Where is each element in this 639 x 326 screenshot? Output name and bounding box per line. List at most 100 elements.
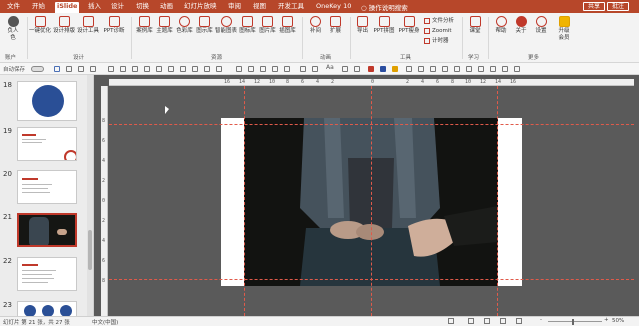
shape-icon[interactable] [132,66,138,72]
shape-icon[interactable] [342,66,348,72]
slide-sorter-icon[interactable] [484,318,490,324]
shape-icon[interactable] [216,66,222,72]
shape-icon[interactable] [168,66,174,72]
illustration-library-button[interactable]: 插图库 [278,16,297,35]
shape-icon[interactable] [204,66,210,72]
save-icon[interactable] [54,66,60,72]
tab-islide[interactable]: iSlide [55,2,80,13]
classroom-button[interactable]: 课堂 [466,16,484,35]
shape-icon[interactable] [514,66,520,72]
help-button[interactable]: 帮助 [492,16,510,35]
align-icon[interactable] [260,66,266,72]
account-button[interactable]: 负人色 [3,16,23,42]
shape-icon[interactable] [478,66,484,72]
slide-thumbnail[interactable] [17,257,77,291]
fill-color-icon[interactable] [380,66,386,72]
guide-line[interactable] [371,86,372,316]
align-icon[interactable] [236,66,242,72]
tab-review[interactable]: 审阅 [226,2,243,13]
tab-onekey[interactable]: OneKey 10 [314,2,353,13]
shape-icon[interactable] [442,66,448,72]
share-button[interactable]: 共享 [583,2,605,11]
tab-design[interactable]: 设计 [109,2,126,13]
font-size-icon[interactable]: Aa [326,64,334,71]
tab-transitions[interactable]: 切换 [134,2,151,13]
tween-button[interactable]: 补间 [307,16,324,35]
shape-icon[interactable] [180,66,186,72]
smart-chart-button[interactable]: 智能图表 [215,16,237,35]
tab-file[interactable]: 文件 [5,2,22,13]
file-analysis-button[interactable]: 文件分析 [424,17,454,25]
zoom-level[interactable]: 50% [612,318,624,324]
tab-developer[interactable]: 开发工具 [276,2,306,13]
shape-icon[interactable] [192,66,198,72]
ppt-diagnose-button[interactable]: PPT诊断 [101,16,127,35]
zoomit-button[interactable]: Zoomit [424,27,452,35]
ppt-slim-button[interactable]: PPT瘦身 [397,16,421,35]
shape-icon[interactable] [406,66,412,72]
color-library-button[interactable]: 色彩库 [175,16,194,35]
shape-icon[interactable] [502,66,508,72]
redo-icon[interactable] [78,66,84,72]
extend-button[interactable]: 扩展 [327,16,344,35]
align-icon[interactable] [272,66,278,72]
shape-icon[interactable] [454,66,460,72]
icon-library-button[interactable]: 图标库 [238,16,257,35]
one-click-optimize-button[interactable]: 一键优化 [29,16,51,35]
notes-icon[interactable] [448,318,454,324]
ppt-collage-button[interactable]: PPT拼图 [372,16,396,35]
normal-view-icon[interactable] [468,318,474,324]
design-layout-button[interactable]: 设计排版 [53,16,75,35]
slide-thumbnail[interactable] [17,127,77,161]
slide-thumbnail[interactable] [17,81,77,121]
design-tools-button[interactable]: 设计工具 [77,16,99,35]
language-status[interactable]: 中文(中国) [92,318,118,326]
distribute-icon[interactable] [312,66,318,72]
slideshow-view-icon[interactable] [516,318,522,324]
undo-icon[interactable] [66,66,72,72]
fill-color-icon[interactable] [368,66,374,72]
shape-icon[interactable] [490,66,496,72]
shape-icon[interactable] [430,66,436,72]
about-button[interactable]: 关于 [512,16,530,35]
zoom-slider[interactable] [548,321,602,322]
slide-thumbnail[interactable] [17,170,77,204]
timer-button[interactable]: 计时器 [424,37,449,45]
guide-line[interactable] [497,86,498,316]
diagram-library-button[interactable]: 图示库 [195,16,214,35]
shape-icon[interactable] [354,66,360,72]
zoom-slider-knob[interactable] [572,319,574,325]
tab-view[interactable]: 视图 [251,2,268,13]
comment-button[interactable]: 批注 [607,2,629,11]
align-icon[interactable] [248,66,254,72]
tell-me-search[interactable]: ○ 操作说明搜索 [361,2,408,12]
theme-library-button[interactable]: 主题库 [155,16,174,35]
thumbnail-scrollbar[interactable] [87,75,93,316]
shape-icon[interactable] [156,66,162,72]
autosave-toggle[interactable] [31,66,44,72]
shape-icon[interactable] [120,66,126,72]
picture-library-button[interactable]: 图片库 [258,16,277,35]
zoom-in-icon[interactable]: + [604,317,609,323]
shape-icon[interactable] [466,66,472,72]
tab-home[interactable]: 开始 [30,2,47,13]
reading-view-icon[interactable] [500,318,506,324]
zoom-out-icon[interactable]: - [540,317,542,323]
shape-icon[interactable] [418,66,424,72]
align-icon[interactable] [284,66,290,72]
distribute-icon[interactable] [300,66,306,72]
tab-slideshow[interactable]: 幻灯片放映 [182,2,219,13]
slide-thumbnail[interactable] [17,301,77,316]
slide-thumbnail-selected[interactable] [17,213,77,247]
scrollbar-thumb[interactable] [88,230,92,270]
tab-animations[interactable]: 动画 [158,2,175,13]
start-slideshow-icon[interactable] [90,66,96,72]
settings-button[interactable]: 设置 [532,16,550,35]
export-button[interactable]: 导出 [354,16,371,35]
shape-icon[interactable] [108,66,114,72]
fill-color-icon[interactable] [392,66,398,72]
upgrade-member-button[interactable]: 升级 会员 [554,16,574,42]
tab-insert[interactable]: 插入 [86,2,103,13]
shape-icon[interactable] [144,66,150,72]
case-library-button[interactable]: 案例库 [135,16,154,35]
